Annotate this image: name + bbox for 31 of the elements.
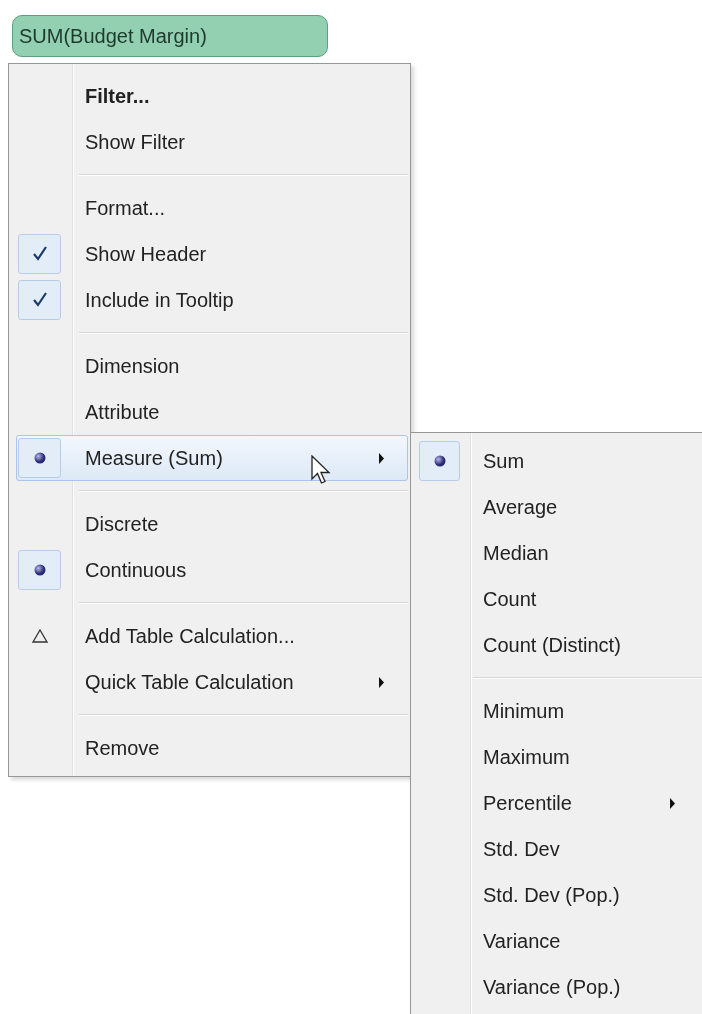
menu-item[interactable]: Variance (Pop.) — [418, 964, 702, 1010]
delta-icon — [31, 629, 48, 643]
menu-item[interactable]: Quick Table Calculation — [16, 659, 408, 705]
field-pill[interactable]: SUM(Budget Margin) — [12, 15, 328, 57]
menu-item[interactable]: Include in Tooltip — [16, 277, 408, 323]
menu-item[interactable]: Average — [418, 484, 702, 530]
mouse-pointer-icon — [311, 455, 333, 487]
submenu-arrow-icon — [378, 677, 385, 688]
menu-item[interactable]: Maximum — [418, 734, 702, 780]
menu-item[interactable]: Count — [418, 576, 702, 622]
menu-item[interactable]: Remove — [16, 725, 408, 771]
menu-item[interactable]: Count (Distinct) — [418, 622, 702, 668]
menu-item[interactable]: Std. Dev (Pop.) — [418, 872, 702, 918]
submenu-arrow-icon — [669, 798, 676, 809]
menu-item[interactable]: Median — [418, 530, 702, 576]
submenu-arrow-icon — [378, 453, 385, 464]
menu-item[interactable]: Variance — [418, 918, 702, 964]
menu-item[interactable]: Sum — [418, 438, 702, 484]
menu-item[interactable]: Show Filter — [16, 119, 408, 165]
menu-item[interactable]: Minimum — [418, 688, 702, 734]
menu-item[interactable]: Filter... — [16, 73, 408, 119]
menu-item[interactable]: Format... — [16, 185, 408, 231]
menu-item[interactable]: Continuous — [16, 547, 408, 593]
menu-item[interactable]: Discrete — [16, 501, 408, 547]
menu-item[interactable]: Add Table Calculation... — [16, 613, 408, 659]
menu-item[interactable]: Std. Dev — [418, 826, 702, 872]
menu-item[interactable]: Measure (Sum) — [16, 435, 408, 481]
menu-item[interactable]: Dimension — [16, 343, 408, 389]
menu-item[interactable]: Show Header — [16, 231, 408, 277]
menu-item[interactable]: Attribute — [16, 389, 408, 435]
menu-item[interactable]: Percentile — [418, 780, 702, 826]
